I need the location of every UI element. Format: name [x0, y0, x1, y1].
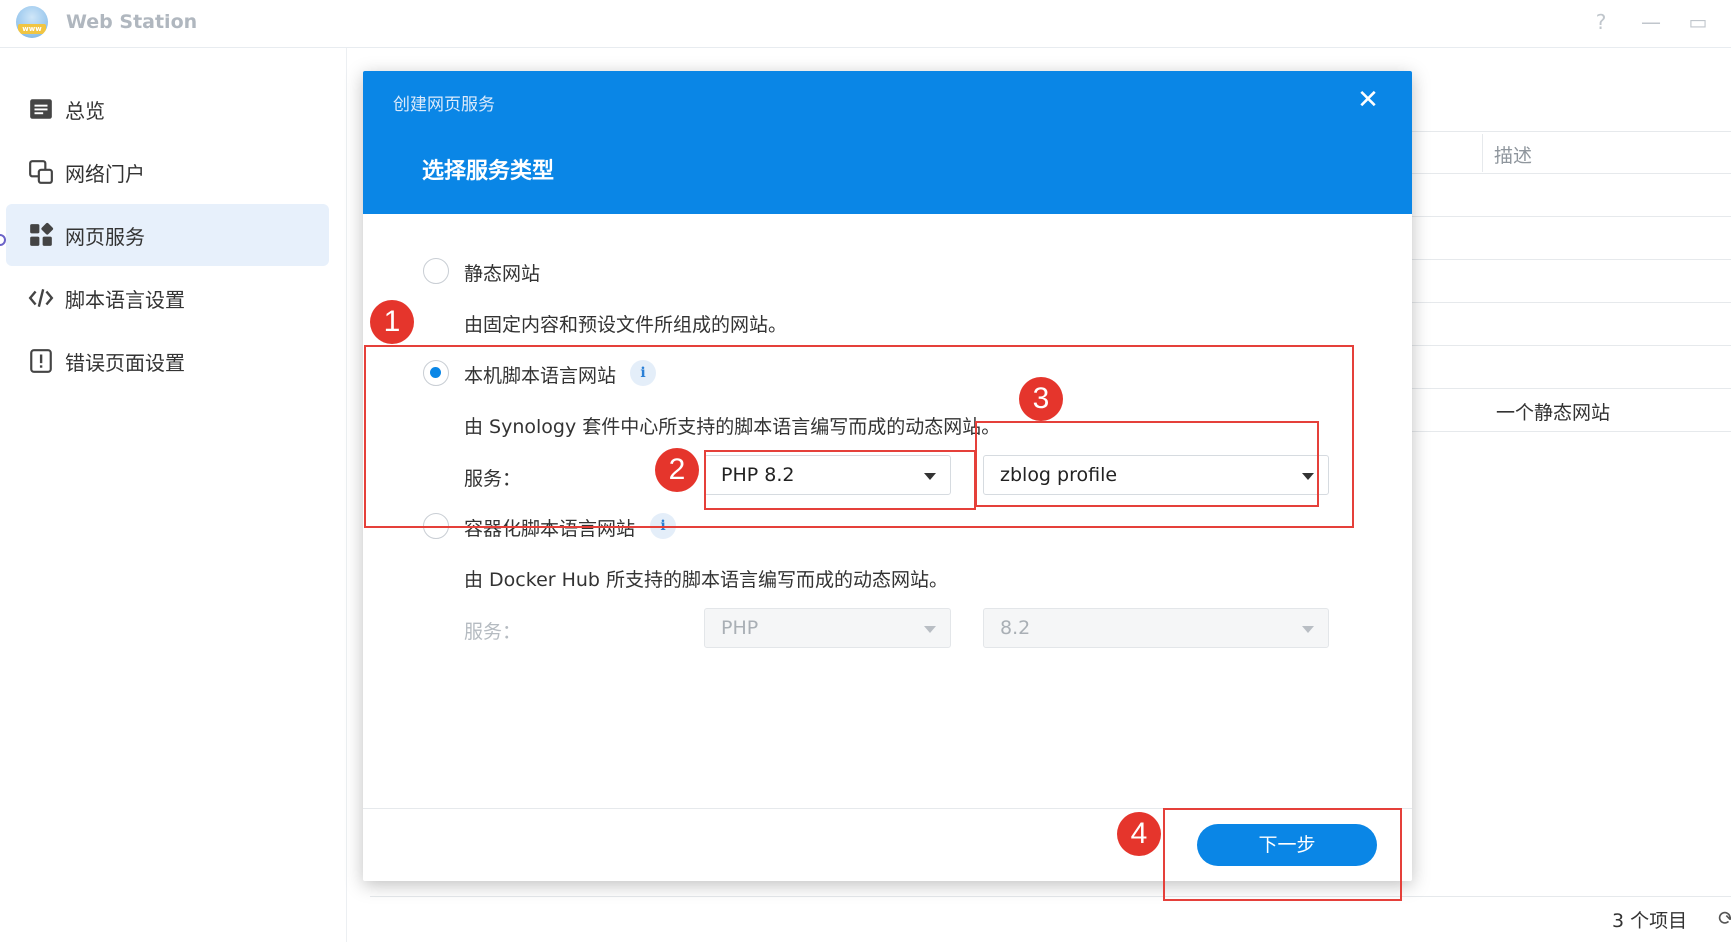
container-version-value: 8.2: [1000, 617, 1031, 639]
list-divider: [1411, 345, 1731, 346]
sidebar-item-portal[interactable]: 网络门户: [6, 141, 329, 203]
container-service-select: PHP: [704, 608, 951, 648]
column-divider: [1482, 134, 1483, 172]
chevron-down-icon: [1302, 626, 1314, 633]
dialog-title: 创建网页服务: [393, 95, 495, 115]
sidebar-item-label: 脚本语言设置: [65, 288, 185, 312]
list-divider: [1411, 131, 1731, 132]
maximize-icon[interactable]: ▭: [1685, 9, 1711, 35]
sidebar-item-label: 总览: [65, 99, 105, 123]
annotation-number-1: 1: [370, 300, 414, 344]
list-divider: [1411, 216, 1731, 217]
close-icon[interactable]: ✕: [1353, 85, 1383, 115]
list-divider: [1411, 388, 1731, 389]
container-service-value: PHP: [721, 617, 759, 639]
sidebar-item-web-service[interactable]: 网页服务: [6, 204, 329, 266]
annotation-number-4: 4: [1117, 812, 1161, 856]
sidebar-item-script-language[interactable]: 脚本语言设置: [6, 267, 329, 329]
container-version-select: 8.2: [983, 608, 1329, 648]
overview-icon: [30, 99, 52, 119]
step-title: 选择服务类型: [422, 159, 555, 184]
list-divider: [1411, 431, 1731, 432]
column-header-description: 描述: [1494, 145, 1533, 167]
help-icon[interactable]: ?: [1588, 9, 1614, 35]
chevron-down-icon: [924, 626, 936, 633]
minimize-icon[interactable]: —: [1638, 9, 1664, 35]
web-station-logo-icon: [16, 6, 48, 38]
sidebar-item-error-page[interactable]: 错误页面设置: [6, 330, 329, 392]
sidebar-item-label: 错误页面设置: [65, 351, 185, 375]
web-service-icon: [30, 222, 54, 246]
app-title: Web Station: [66, 11, 198, 33]
annotation-number-2: 2: [655, 448, 699, 492]
option-desc-container: 由 Docker Hub 所支持的脚本语言编写而成的动态网站。: [464, 569, 949, 591]
item-count: 3 个项目: [1612, 910, 1688, 932]
radio-static-website[interactable]: [423, 258, 449, 284]
error-page-icon: [30, 349, 52, 373]
list-divider: [1411, 173, 1731, 174]
sidebar: 总览 网络门户 网页服务 脚本语言设置 错误页面设置: [0, 48, 347, 942]
list-divider: [1411, 302, 1731, 303]
refresh-icon[interactable]: ⟳: [1718, 906, 1731, 930]
service-label: 服务：: [464, 621, 522, 643]
option-desc-static: 由固定内容和预设文件所组成的网站。: [464, 314, 788, 336]
annotation-box-3: [975, 421, 1319, 507]
annotation-box-2: [704, 450, 976, 510]
code-icon: [28, 289, 54, 307]
annotation-box-4: [1163, 808, 1402, 901]
sidebar-item-label: 网页服务: [65, 225, 145, 249]
sidebar-item-label: 网络门户: [65, 162, 145, 186]
option-label-static[interactable]: 静态网站: [464, 259, 540, 286]
portal-icon: [29, 160, 53, 184]
sidebar-item-overview[interactable]: 总览: [6, 78, 329, 140]
footer-divider: [370, 896, 1731, 897]
title-bar: Web Station ? — ▭: [0, 0, 1731, 48]
table-cell-description: 一个静态网站: [1496, 402, 1611, 424]
dialog-header: 创建网页服务 选择服务类型 ✕: [363, 71, 1412, 214]
list-divider: [1411, 259, 1731, 260]
annotation-number-3: 3: [1019, 377, 1063, 421]
